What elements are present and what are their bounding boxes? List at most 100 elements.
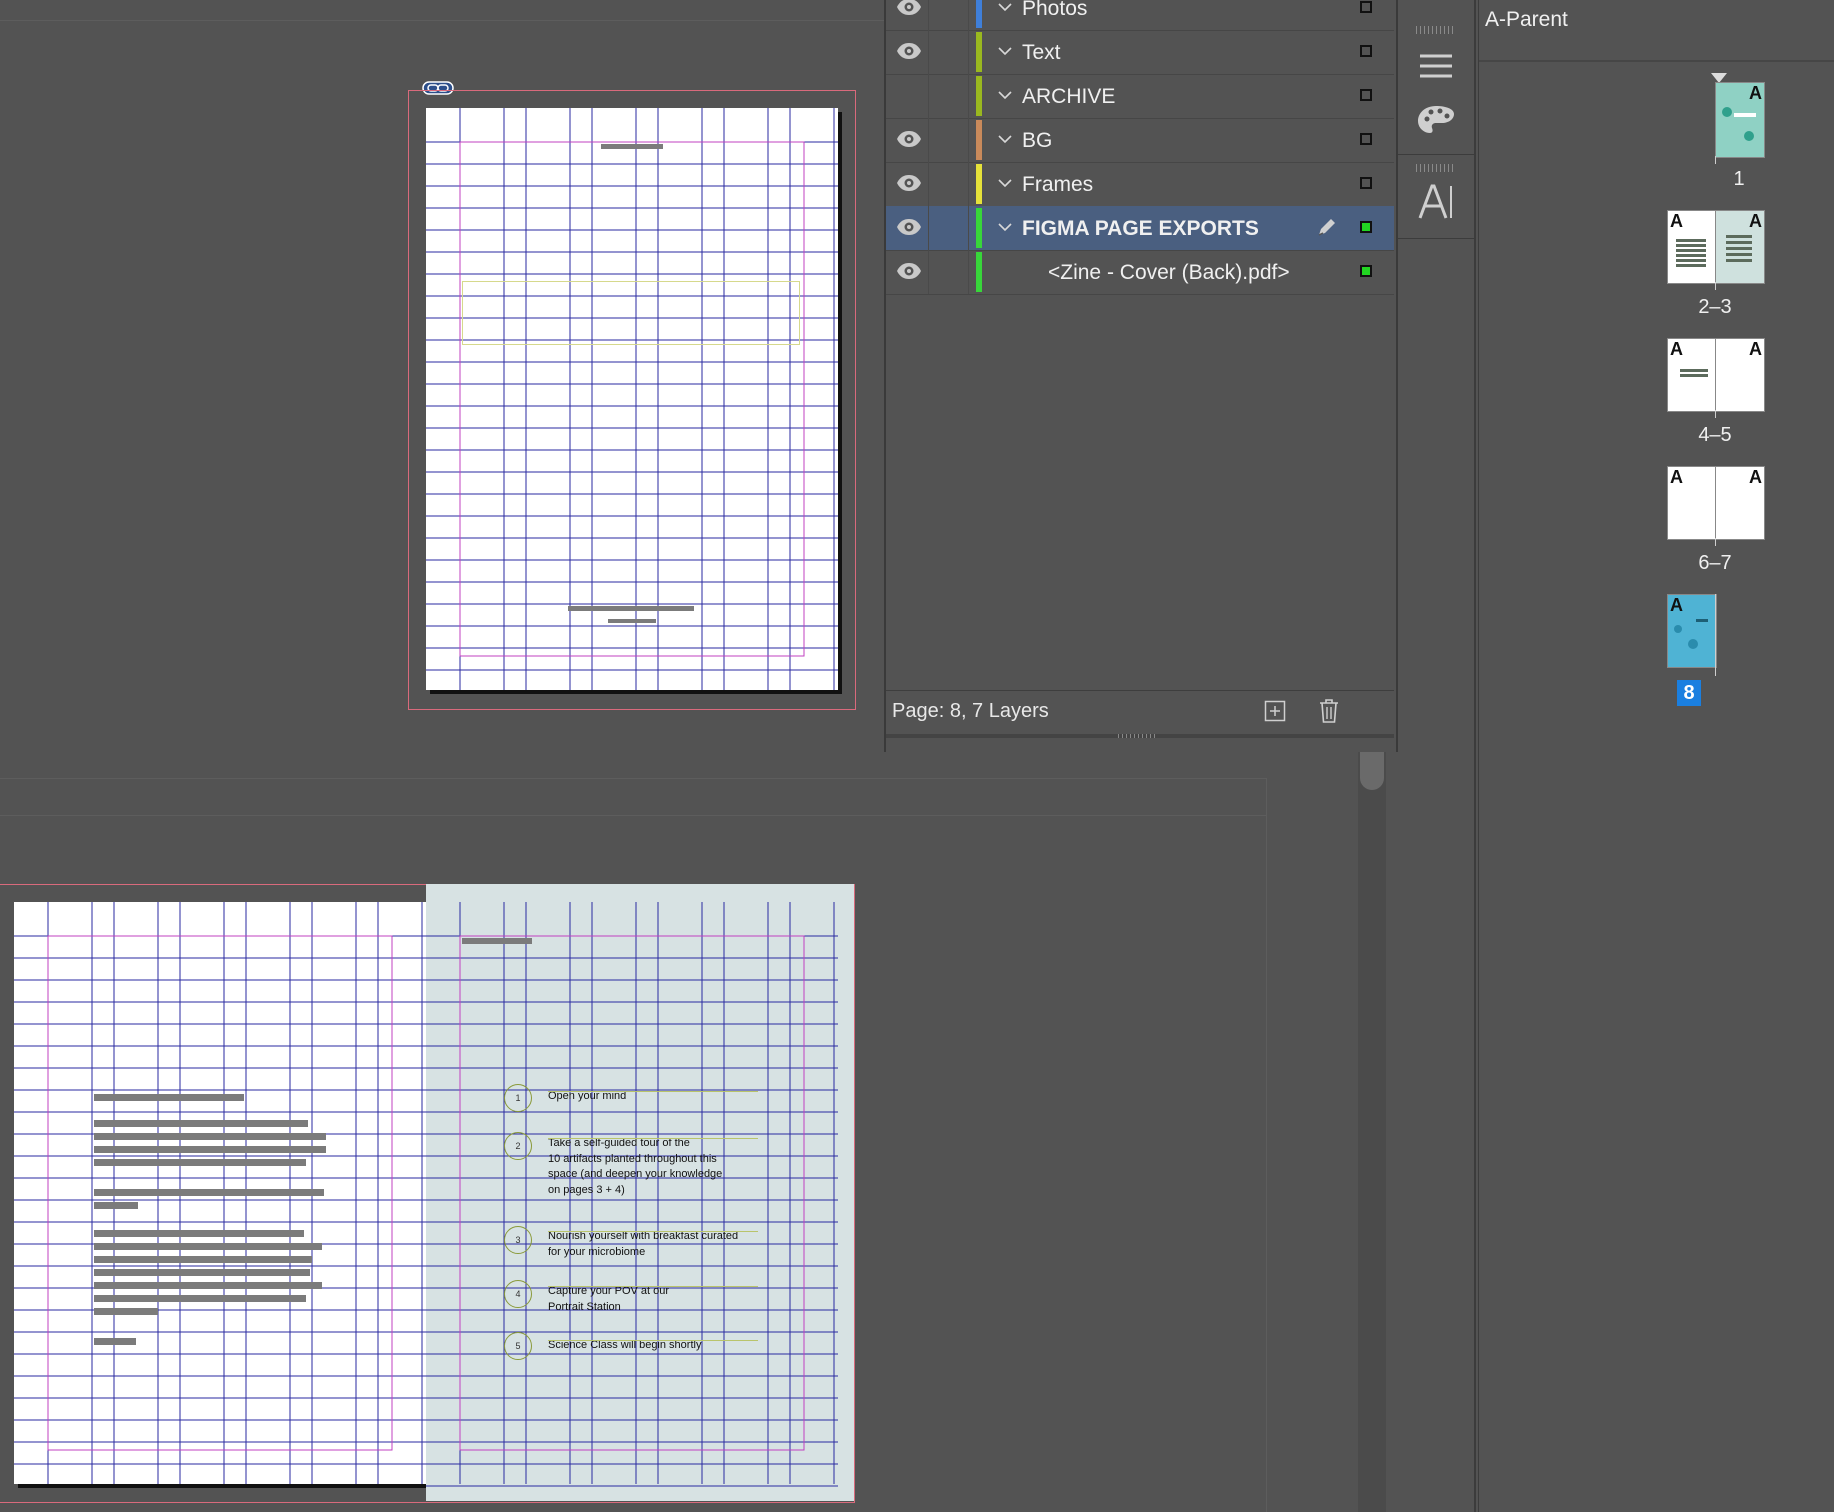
layer-row[interactable]: Frames <box>886 162 1394 207</box>
scrollbar-thumb[interactable] <box>1360 752 1384 790</box>
layer-row[interactable]: Photos <box>886 0 1394 31</box>
placeholder-bar <box>94 1256 312 1263</box>
page-thumbnail-8[interactable]: A <box>1667 594 1717 668</box>
text-frame-edge <box>548 1091 758 1092</box>
layers-panel[interactable]: Photos Text ARCHIVE BG Frames FIGMA PAGE EXPO… <box>884 0 1398 752</box>
placeholder-bar <box>94 1202 138 1209</box>
vertical-scrollbar[interactable] <box>1358 752 1386 1512</box>
layer-name[interactable]: <Zine - Cover (Back).pdf> <box>1048 261 1290 285</box>
page-thumbnail-6[interactable]: A <box>1667 466 1717 540</box>
panel-dock-strip <box>1398 0 1476 1512</box>
layers-stack-icon[interactable] <box>1418 52 1454 80</box>
selected-page-badge[interactable]: 8 <box>1677 680 1701 706</box>
trash-icon[interactable] <box>1318 698 1340 724</box>
text-frame-edge <box>548 1286 758 1287</box>
chevron-down-icon[interactable] <box>998 175 1012 191</box>
pages-panel[interactable]: A-Parent A 1 A A 2–3 A A 4–5 A A 6–7 A 8 <box>1478 0 1834 1512</box>
page-thumbnail-3[interactable]: A <box>1715 210 1765 284</box>
pasteboard-edge <box>0 778 1266 779</box>
pen-icon <box>1316 216 1338 243</box>
eye-icon[interactable] <box>896 0 922 18</box>
chevron-down-icon[interactable] <box>998 0 1012 15</box>
text-frame[interactable] <box>462 281 800 345</box>
selection-square[interactable] <box>1360 177 1372 189</box>
column-divider <box>928 250 929 294</box>
layer-name[interactable]: BG <box>1022 129 1052 153</box>
placeholder-bar <box>94 1308 158 1315</box>
parent-marker: A <box>1670 339 1683 359</box>
selection-square[interactable] <box>1360 45 1372 57</box>
new-layer-icon[interactable] <box>1264 700 1286 722</box>
step-text: Take a self-guided tour of the 10 artifa… <box>548 1137 723 1196</box>
parent-marker: A <box>1670 211 1683 231</box>
column-divider <box>928 74 929 118</box>
layer-row[interactable]: FIGMA PAGE EXPORTS <box>886 206 1394 251</box>
placeholder-bar <box>94 1295 306 1302</box>
character-styles-icon[interactable] <box>1418 182 1454 222</box>
column-divider <box>928 0 929 30</box>
spread-left-page[interactable] <box>14 902 426 1484</box>
layer-color-swatch <box>976 0 982 28</box>
placeholder-bar <box>94 1230 304 1237</box>
selection-square[interactable] <box>1360 89 1372 101</box>
eye-icon[interactable] <box>896 172 922 194</box>
page-thumbnail-5[interactable]: A <box>1715 338 1765 412</box>
selection-square[interactable] <box>1360 133 1372 145</box>
page-thumbnail-2[interactable]: A <box>1667 210 1717 284</box>
page-8[interactable] <box>426 108 838 690</box>
eye-icon[interactable] <box>896 128 922 150</box>
dock-grip[interactable] <box>1416 164 1456 172</box>
column-divider <box>968 162 969 206</box>
pasteboard-edge <box>1266 778 1267 1512</box>
placeholder-bar <box>94 1159 306 1166</box>
panel-divider <box>1479 60 1834 62</box>
column-divider <box>968 30 969 74</box>
chevron-down-icon[interactable] <box>998 87 1012 103</box>
placeholder-bar <box>94 1120 308 1127</box>
spread-right-page[interactable]: 1 Open your mind 2 Take a self-guided to… <box>426 884 854 1501</box>
layer-name[interactable]: Photos <box>1022 0 1087 21</box>
eye-icon[interactable] <box>896 216 922 238</box>
page-thumbnail-1[interactable]: A <box>1715 82 1765 158</box>
page-thumbnail-4[interactable]: A <box>1667 338 1717 412</box>
layer-row[interactable]: Text <box>886 30 1394 75</box>
eye-icon[interactable] <box>896 260 922 282</box>
layer-name[interactable]: FIGMA PAGE EXPORTS <box>1022 217 1259 241</box>
selection-square[interactable] <box>1360 1 1372 13</box>
placeholder-bar <box>601 144 663 149</box>
layers-status-text: Page: 8, 7 Layers <box>892 700 1049 722</box>
pasteboard-edge <box>0 815 1266 816</box>
layers-panel-footer: Page: 8, 7 Layers <box>884 690 1394 734</box>
placeholder-bar <box>608 619 656 623</box>
layer-row[interactable]: <Zine - Cover (Back).pdf> <box>886 250 1394 295</box>
selection-square[interactable] <box>1360 265 1372 277</box>
panel-resize-handle[interactable] <box>886 734 1394 738</box>
page-thumbnail-7[interactable]: A <box>1715 466 1765 540</box>
placeholder-bar <box>94 1338 136 1345</box>
layer-color-swatch <box>976 120 982 160</box>
column-divider <box>968 118 969 162</box>
selection-square[interactable] <box>1360 221 1372 233</box>
layer-color-swatch <box>976 76 982 116</box>
chevron-down-icon[interactable] <box>998 131 1012 147</box>
layer-name[interactable]: Text <box>1022 41 1061 65</box>
visibility-toggle[interactable] <box>896 84 922 106</box>
layer-color-swatch <box>976 252 982 292</box>
chevron-down-icon[interactable] <box>998 43 1012 59</box>
triangle-down-icon <box>1711 70 1727 83</box>
parent-marker: A <box>1670 467 1683 487</box>
eye-icon[interactable] <box>896 40 922 62</box>
parent-page-label[interactable]: A-Parent <box>1485 8 1568 32</box>
layer-row[interactable]: BG <box>886 118 1394 163</box>
layer-name[interactable]: ARCHIVE <box>1022 85 1115 109</box>
chevron-down-icon[interactable] <box>998 219 1012 235</box>
parent-marker: A <box>1749 467 1762 487</box>
palette-icon[interactable] <box>1416 104 1456 136</box>
text-frame-edge <box>548 1138 758 1139</box>
dock-grip[interactable] <box>1416 26 1456 34</box>
layer-row[interactable]: ARCHIVE <box>886 74 1394 119</box>
layer-color-swatch <box>976 32 982 72</box>
step-number-circle: 1 <box>504 1084 532 1112</box>
step-text: Capture your POV at our Portrait Station <box>548 1285 670 1313</box>
layer-name[interactable]: Frames <box>1022 173 1093 197</box>
